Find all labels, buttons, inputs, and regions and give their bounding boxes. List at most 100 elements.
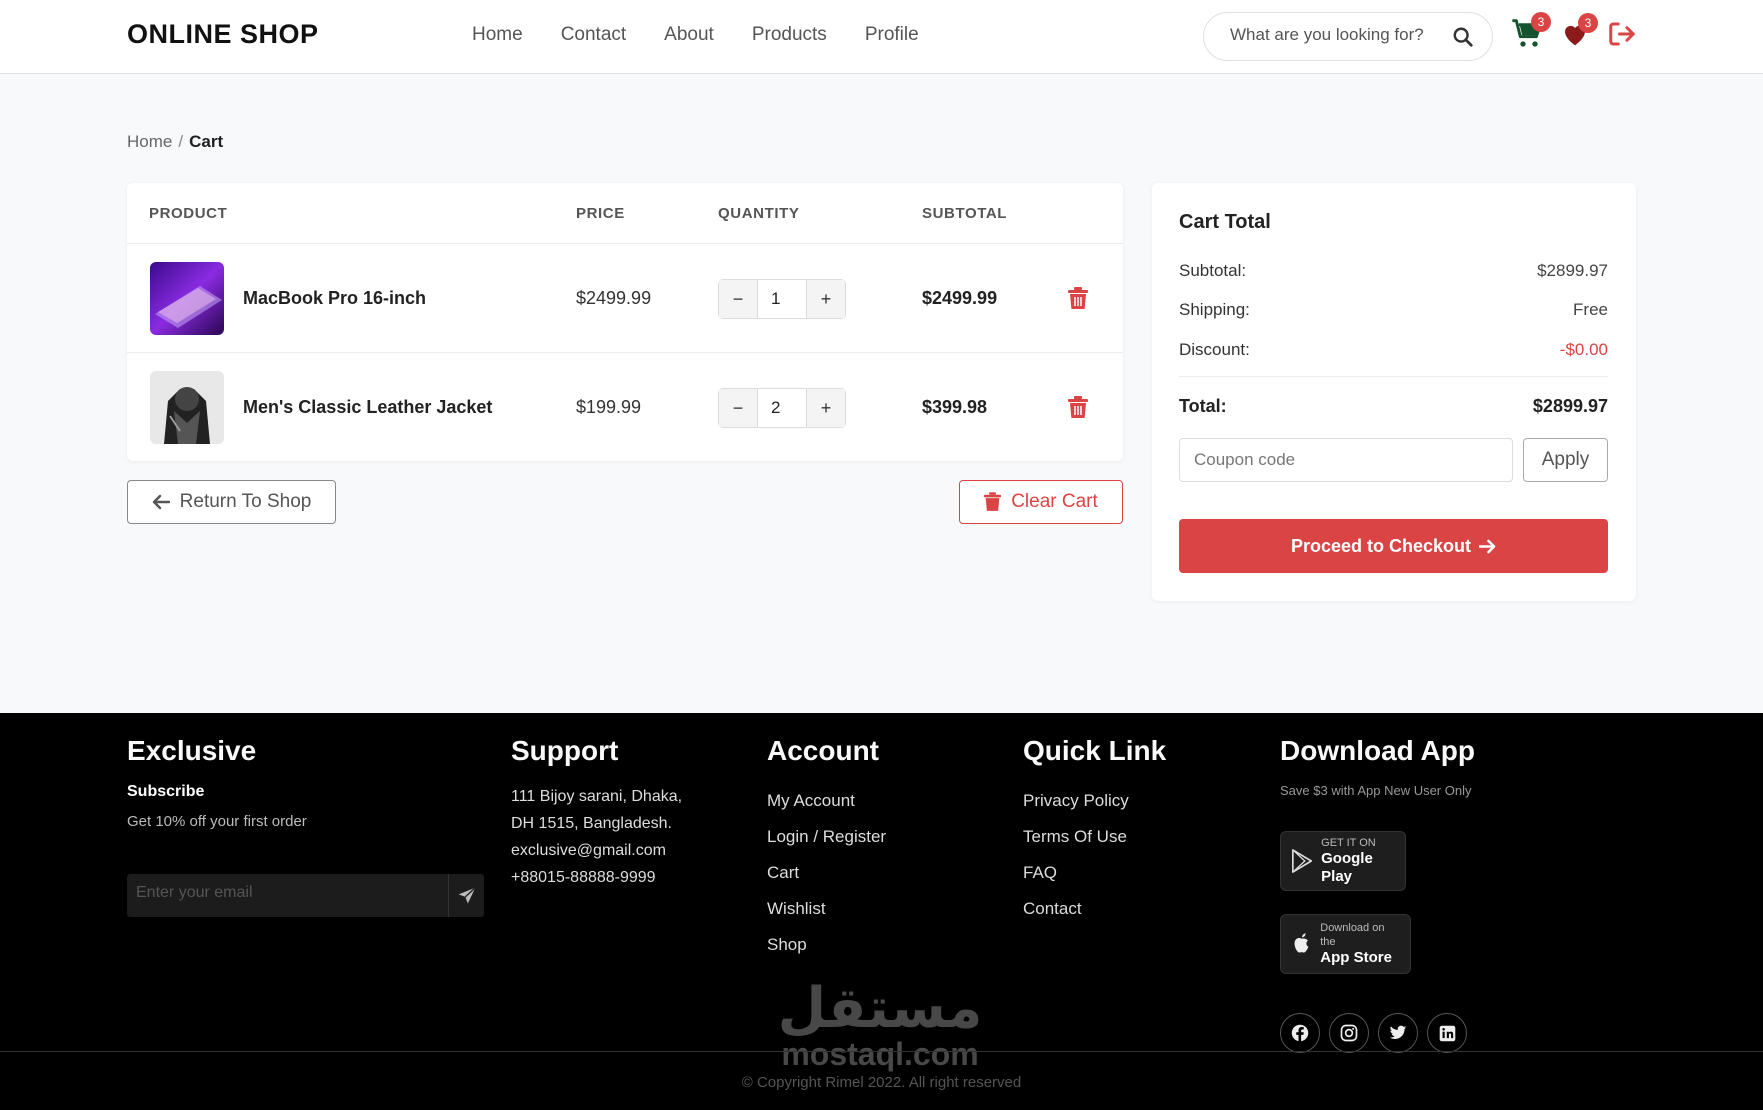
subscribe-offer: Get 10% off your first order	[127, 813, 307, 830]
return-to-shop-button[interactable]: Return To Shop	[127, 480, 336, 524]
total-label: Total:	[1179, 396, 1227, 416]
subtotal-row: Subtotal: $2899.97	[1179, 261, 1608, 281]
clear-cart-label: Clear Cart	[1011, 491, 1098, 512]
app-store-small-text: Download on the	[1320, 922, 1385, 948]
increase-quantity-button[interactable]: +	[807, 389, 845, 427]
breadcrumb-current: Cart	[189, 132, 224, 151]
decrease-quantity-button[interactable]: −	[719, 280, 757, 318]
cart-icon[interactable]: 3	[1511, 12, 1551, 55]
main-nav: Home Contact About Products Profile	[472, 24, 919, 46]
send-icon[interactable]	[448, 874, 484, 917]
shipping-value: Free	[1573, 300, 1608, 319]
breadcrumb-separator: /	[178, 132, 184, 151]
cart-row: Men's Classic Leather Jacket $199.99 − +…	[127, 352, 1123, 461]
subscribe-form	[127, 874, 484, 917]
footer-support: Support 111 Bijoy sarani, Dhaka, DH 1515…	[511, 735, 682, 891]
app-store-button[interactable]: Download on the App Store	[1280, 914, 1411, 974]
google-play-icon	[1292, 849, 1313, 873]
breadcrumb-home[interactable]: Home	[127, 132, 172, 151]
apple-icon	[1294, 933, 1309, 953]
support-email[interactable]: exclusive@gmail.com	[511, 837, 682, 864]
cart-row: MacBook Pro 16-inch $2499.99 − + $2499.9…	[127, 243, 1123, 352]
clear-cart-button[interactable]: Clear Cart	[959, 480, 1123, 524]
row-subtotal: $2499.99	[922, 288, 998, 308]
cart-total-title: Cart Total	[1179, 211, 1271, 233]
cart-count-badge: 3	[1531, 12, 1551, 32]
header-subtotal: SUBTOTAL	[922, 205, 1008, 222]
instagram-icon[interactable]	[1329, 1013, 1369, 1053]
wishlist-count-badge: 3	[1578, 13, 1598, 33]
support-phone[interactable]: +88015-88888-9999	[511, 864, 682, 891]
logout-icon[interactable]	[1607, 19, 1637, 54]
footer-link-terms[interactable]: Terms Of Use	[1023, 819, 1166, 855]
product-price: $2499.99	[576, 288, 652, 308]
footer-link-my-account[interactable]: My Account	[767, 783, 886, 819]
app-promo-note: Save $3 with App New User Only	[1280, 783, 1472, 798]
watermark-latin-text: mostaql.com	[781, 1036, 979, 1072]
decrease-quantity-button[interactable]: −	[719, 389, 757, 427]
footer-exclusive-title: Exclusive	[127, 735, 257, 766]
return-to-shop-label: Return To Shop	[179, 491, 312, 512]
nav-profile[interactable]: Profile	[865, 24, 919, 46]
support-address-line-1: 111 Bijoy sarani, Dhaka,	[511, 788, 683, 805]
linkedin-icon[interactable]	[1427, 1013, 1467, 1053]
footer-support-title: Support	[511, 735, 619, 766]
footer-quick-links: Quick Link Privacy Policy Terms Of Use F…	[1023, 735, 1166, 927]
footer-link-contact[interactable]: Contact	[1023, 891, 1166, 927]
quantity-input[interactable]	[757, 280, 807, 318]
totals-divider	[1179, 376, 1608, 377]
nav-home[interactable]: Home	[472, 24, 523, 46]
google-play-button[interactable]: GET IT ON Google Play	[1280, 831, 1406, 891]
discount-value: -$0.00	[1559, 340, 1608, 359]
footer-link-wishlist[interactable]: Wishlist	[767, 891, 886, 927]
row-subtotal: $399.98	[922, 397, 988, 417]
trash-icon	[984, 492, 1002, 511]
google-play-big-text: Google Play	[1321, 850, 1373, 885]
trash-icon[interactable]	[1068, 396, 1088, 424]
checkout-label: Proceed to Checkout	[1290, 535, 1472, 556]
nav-about[interactable]: About	[664, 24, 714, 46]
footer-link-cart[interactable]: Cart	[767, 855, 886, 891]
nav-products[interactable]: Products	[752, 24, 827, 46]
trash-icon[interactable]	[1068, 287, 1088, 315]
footer-link-login-register[interactable]: Login / Register	[767, 819, 886, 855]
subtotal-value: $2899.97	[1537, 261, 1608, 280]
proceed-to-checkout-button[interactable]: Proceed to Checkout	[1179, 519, 1608, 573]
search-input[interactable]	[1230, 25, 1440, 45]
nav-contact[interactable]: Contact	[561, 24, 626, 46]
total-value: $2899.97	[1532, 396, 1608, 416]
header-quantity: QUANTITY	[718, 205, 800, 222]
cart-table: PRODUCT PRICE QUANTITY SUBTOTAL MacBook …	[127, 183, 1123, 461]
twitter-icon[interactable]	[1378, 1013, 1418, 1053]
product-name[interactable]: MacBook Pro 16-inch	[243, 288, 426, 309]
quantity-input[interactable]	[757, 389, 807, 427]
wishlist-heart-icon[interactable]: 3	[1560, 13, 1598, 54]
footer-link-privacy[interactable]: Privacy Policy	[1023, 783, 1166, 819]
social-links	[1280, 1013, 1467, 1053]
site-logo[interactable]: ONLINE SHOP	[127, 19, 319, 50]
discount-row: Discount: -$0.00	[1179, 340, 1608, 360]
footer-exclusive: Exclusive Subscribe Get 10% off your fir…	[127, 735, 484, 935]
coupon-code-input[interactable]	[1179, 438, 1513, 482]
footer-account-title: Account	[767, 735, 879, 766]
increase-quantity-button[interactable]: +	[807, 280, 845, 318]
footer-link-faq[interactable]: FAQ	[1023, 855, 1166, 891]
product-name[interactable]: Men's Classic Leather Jacket	[243, 397, 492, 418]
site-footer: Exclusive Subscribe Get 10% off your fir…	[0, 713, 1763, 1110]
quantity-stepper: − +	[718, 279, 846, 319]
site-header: ONLINE SHOP Home Contact About Products …	[0, 0, 1763, 74]
facebook-icon[interactable]	[1280, 1013, 1320, 1053]
shipping-row: Shipping: Free	[1179, 300, 1608, 320]
apply-coupon-button[interactable]: Apply	[1523, 438, 1608, 482]
cart-total-panel: Cart Total Subtotal: $2899.97 Shipping: …	[1152, 183, 1636, 601]
footer-divider	[0, 1051, 1763, 1052]
email-field[interactable]	[136, 884, 436, 902]
header-product: PRODUCT	[149, 205, 228, 222]
footer-link-shop[interactable]: Shop	[767, 927, 886, 963]
shipping-label: Shipping:	[1179, 300, 1250, 319]
copyright-text: © Copyright Rimel 2022. All right reserv…	[741, 1074, 1022, 1091]
search-icon[interactable]	[1452, 26, 1474, 53]
arrow-left-icon	[152, 494, 170, 510]
breadcrumb: Home / Cart	[127, 132, 223, 152]
footer-account: Account My Account Login / Register Cart…	[767, 735, 886, 963]
